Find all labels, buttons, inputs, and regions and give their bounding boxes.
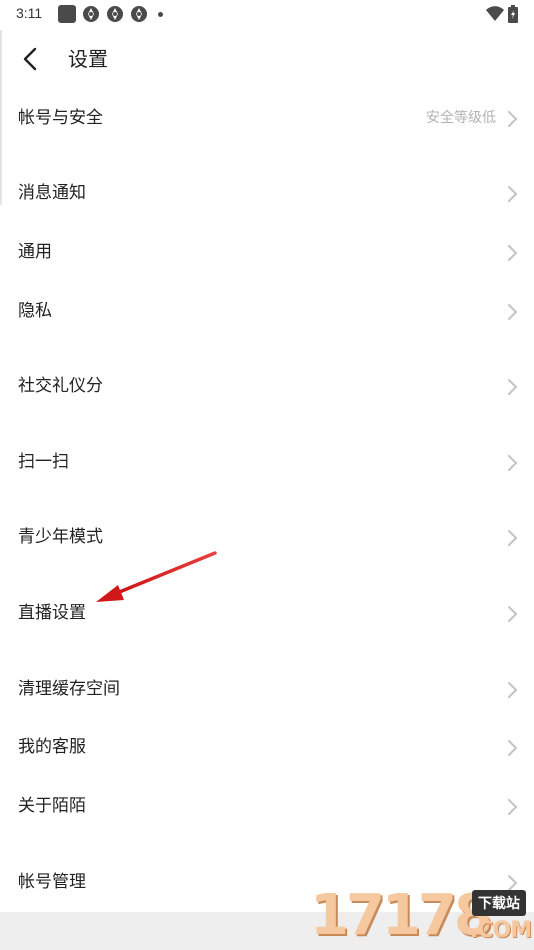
status-icons xyxy=(58,5,163,23)
chevron-right-icon xyxy=(508,530,517,546)
watermark-logo: 17178 下载站 .COM xyxy=(310,884,534,950)
settings-item-social-etiquette[interactable]: 社交礼仪分 xyxy=(0,364,534,410)
chevron-right-icon xyxy=(508,186,517,202)
chevron-right-icon xyxy=(508,245,517,261)
settings-item-label: 青少年模式 xyxy=(18,527,103,547)
settings-item-label: 清理缓存空间 xyxy=(18,679,120,699)
aperture-icon xyxy=(131,6,147,22)
settings-item-label: 扫一扫 xyxy=(18,452,69,472)
security-level-value: 安全等级低 xyxy=(426,110,496,126)
chevron-left-icon[interactable] xyxy=(16,44,46,74)
settings-item-label: 隐私 xyxy=(18,301,52,321)
settings-item-scan[interactable]: 扫一扫 xyxy=(0,440,534,486)
page-title: 设置 xyxy=(68,47,108,71)
more-dot-icon xyxy=(158,11,163,17)
square-notification-icon xyxy=(58,5,76,23)
settings-item-label: 通用 xyxy=(18,242,52,262)
watermark-suffix: .COM xyxy=(470,918,532,943)
chevron-right-icon xyxy=(508,304,517,320)
chevron-right-icon xyxy=(508,111,517,127)
chevron-right-icon xyxy=(508,682,517,698)
settings-item-label: 消息通知 xyxy=(18,183,86,203)
settings-item-label: 帐号管理 xyxy=(18,872,86,892)
settings-item-teen-mode[interactable]: 青少年模式 xyxy=(0,515,534,561)
settings-item-label: 帐号与安全 xyxy=(18,108,103,128)
chevron-right-icon xyxy=(508,455,517,471)
chevron-right-icon xyxy=(508,606,517,622)
battery-icon xyxy=(508,5,518,23)
settings-item-label: 直播设置 xyxy=(18,603,86,623)
settings-item-general[interactable]: 通用 xyxy=(0,230,534,276)
chevron-right-icon xyxy=(508,799,517,815)
watermark-badge: 下载站 xyxy=(472,890,526,916)
settings-item-customer-service[interactable]: 我的客服 xyxy=(0,725,534,771)
status-right-icons xyxy=(486,5,518,23)
nav-bar: 设置 xyxy=(0,30,534,86)
settings-item-label: 我的客服 xyxy=(18,737,86,757)
status-time: 3:11 xyxy=(16,5,43,21)
settings-item-notifications[interactable]: 消息通知 xyxy=(0,171,534,217)
settings-item-label: 关于陌陌 xyxy=(18,796,86,816)
settings-item-live-settings[interactable]: 直播设置 xyxy=(0,591,534,637)
aperture-icon xyxy=(107,6,123,22)
chevron-right-icon xyxy=(508,740,517,756)
settings-item-privacy[interactable]: 隐私 xyxy=(0,289,534,335)
settings-item-about[interactable]: 关于陌陌 xyxy=(0,784,534,830)
status-bar: 3:11 xyxy=(0,0,534,28)
aperture-icon xyxy=(83,6,99,22)
chevron-right-icon xyxy=(508,379,517,395)
settings-item-label: 社交礼仪分 xyxy=(18,376,103,396)
settings-item-account-security[interactable]: 帐号与安全 安全等级低 xyxy=(0,96,534,142)
watermark-number: 17178 xyxy=(310,883,493,948)
wifi-icon xyxy=(486,6,504,21)
settings-item-clear-cache[interactable]: 清理缓存空间 xyxy=(0,667,534,713)
